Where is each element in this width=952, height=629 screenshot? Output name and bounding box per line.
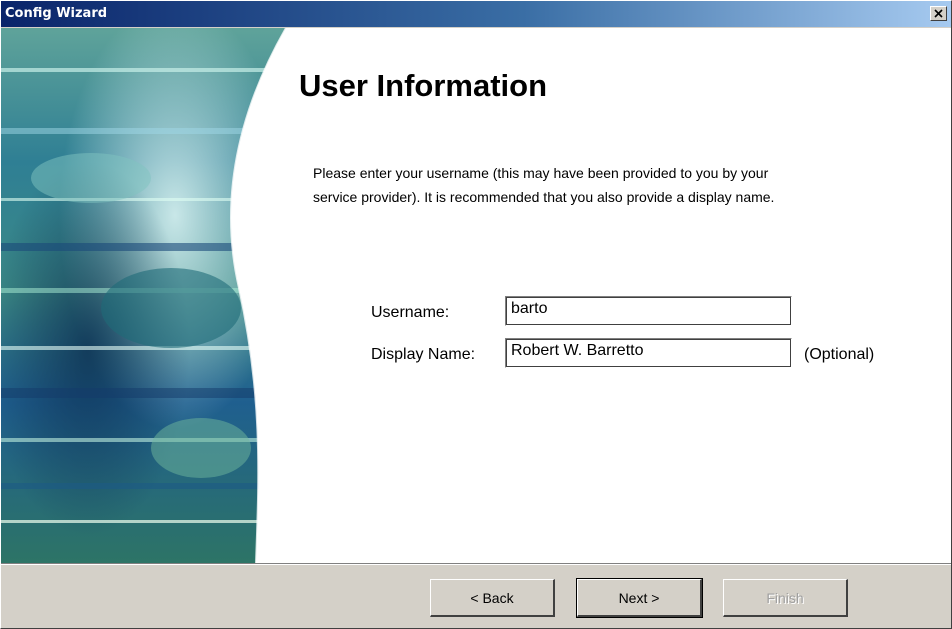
username-input[interactable]: barto bbox=[505, 296, 792, 326]
next-button[interactable]: Next > bbox=[576, 578, 703, 618]
wizard-content: User Information Please enter your usern… bbox=[1, 28, 951, 563]
config-wizard-window: Config Wizard User Information Please en… bbox=[0, 0, 952, 629]
intro-line-1: Please enter your username (this may hav… bbox=[313, 165, 769, 181]
page-title: User Information bbox=[299, 68, 548, 103]
wizard-side-banner-image bbox=[1, 28, 287, 563]
title-bar[interactable]: Config Wizard bbox=[1, 1, 951, 27]
back-button-label: < Back bbox=[470, 589, 514, 606]
next-button-label: Next > bbox=[618, 589, 660, 606]
button-area-separator bbox=[1, 563, 951, 565]
username-label: Username: bbox=[371, 304, 450, 321]
back-button[interactable]: < Back bbox=[430, 579, 555, 617]
finish-button-label: Finish bbox=[766, 589, 804, 606]
finish-button: Finish bbox=[723, 579, 848, 617]
intro-line-2: service provider). It is recommended tha… bbox=[313, 189, 775, 205]
close-icon bbox=[934, 9, 943, 18]
window-title: Config Wizard bbox=[5, 6, 108, 21]
intro-text: Please enter your username (this may hav… bbox=[313, 161, 913, 209]
display-name-input[interactable]: Robert W. Barretto bbox=[505, 338, 792, 368]
display-name-label: Display Name: bbox=[371, 346, 476, 363]
close-button[interactable] bbox=[930, 6, 947, 21]
display-name-optional-hint: (Optional) bbox=[804, 346, 875, 363]
